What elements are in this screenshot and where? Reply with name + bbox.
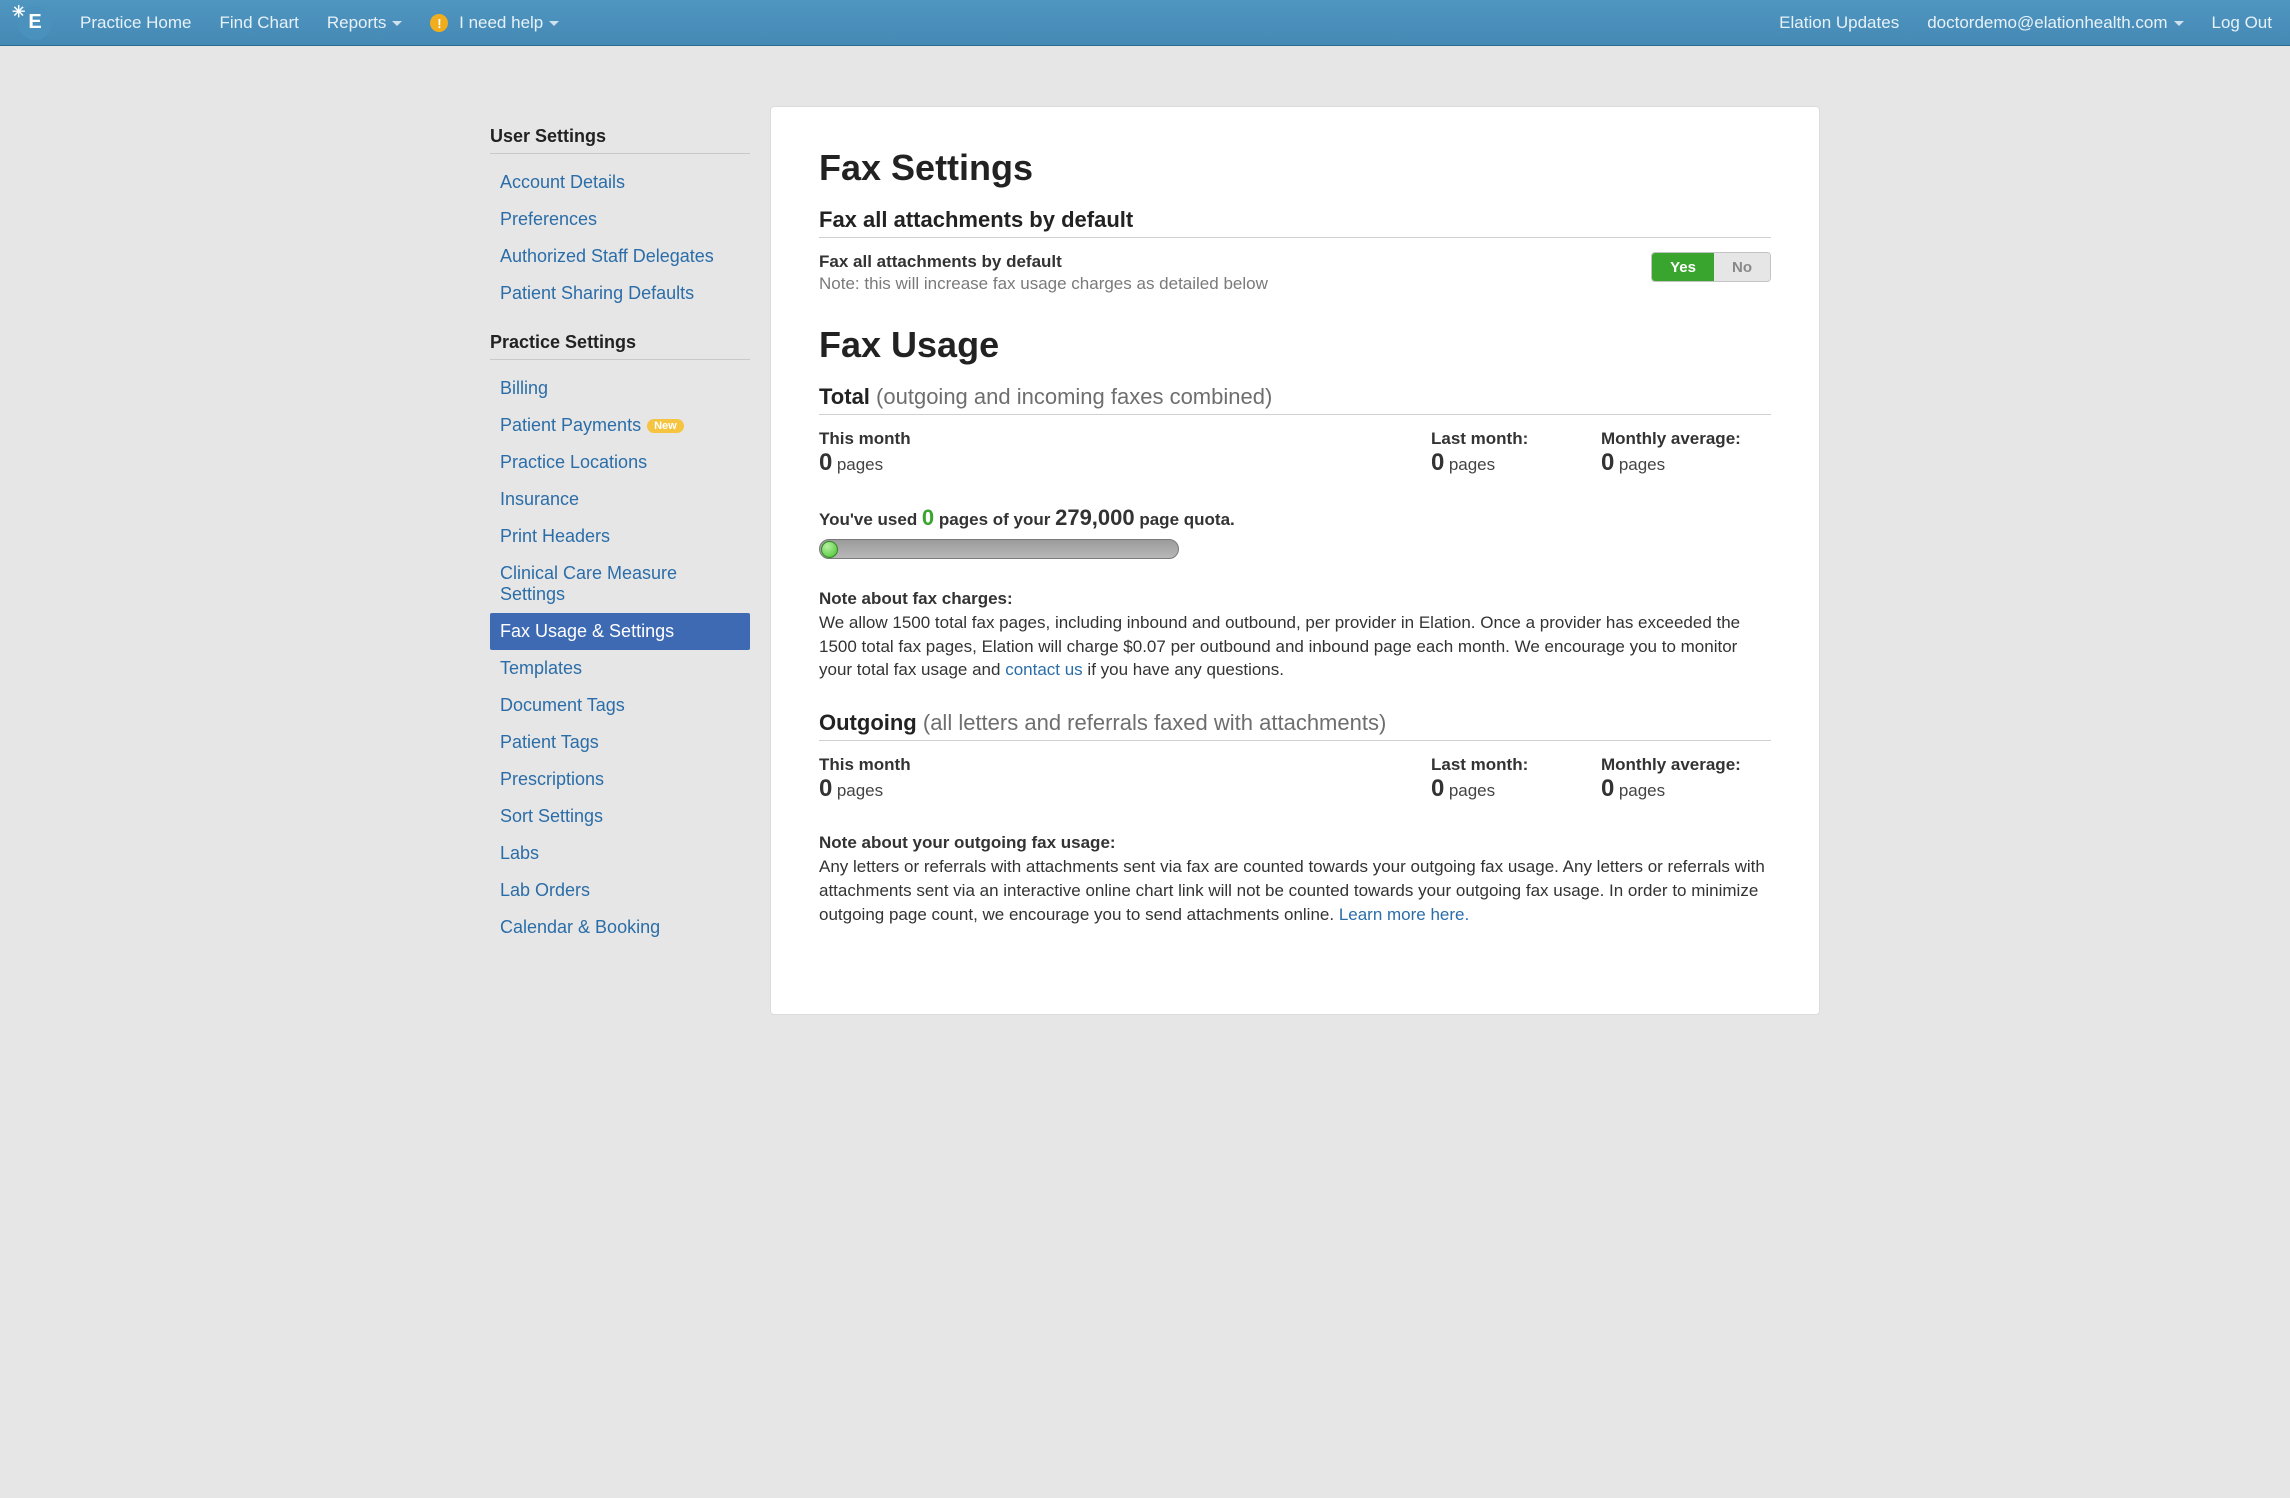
sidebar-item[interactable]: Calendar & Booking [490,909,750,946]
learn-more-link[interactable]: Learn more here. [1339,905,1469,924]
sidebar-item[interactable]: Print Headers [490,518,750,555]
sidebar-item[interactable]: Patient PaymentsNew [490,407,750,444]
chevron-down-icon [392,21,402,26]
sidebar-item[interactable]: Prescriptions [490,761,750,798]
sidebar-item[interactable]: Document Tags [490,687,750,724]
sidebar-item[interactable]: Preferences [490,201,750,238]
setting-label: Fax all attachments by default [819,252,1062,271]
new-badge: New [647,419,684,433]
topbar: E Practice Home Find Chart Reports ! I n… [0,0,2290,46]
nav-logout[interactable]: Log Out [2212,13,2273,33]
stat-out-avg: Monthly average: 0 pages [1601,755,1771,803]
nav-help[interactable]: ! I need help [430,13,559,33]
note-fax-charges: Note about fax charges: We allow 1500 to… [819,587,1771,682]
nav-reports[interactable]: Reports [327,13,403,33]
main-card: Fax Settings Fax all attachments by defa… [770,106,1820,1015]
sidebar-item[interactable]: Clinical Care Measure Settings [490,555,750,613]
toggle-no-button[interactable]: No [1714,253,1770,281]
nav-user-email[interactable]: doctordemo@elationhealth.com [1927,13,2183,33]
sidebar-heading-practice: Practice Settings [490,332,750,360]
setting-fax-default: Fax all attachments by default Note: thi… [819,252,1771,294]
logo-icon[interactable]: E [18,6,52,40]
sidebar-item[interactable]: Templates [490,650,750,687]
sidebar-item[interactable]: Sort Settings [490,798,750,835]
settings-sidebar: User Settings Account DetailsPreferences… [470,106,770,946]
sidebar-item[interactable]: Lab Orders [490,872,750,909]
stat-out-this-month: This month 0 pages [819,755,1431,803]
page-title: Fax Settings [819,147,1771,189]
toggle-yes-button[interactable]: Yes [1652,253,1714,281]
stats-outgoing: This month 0 pages Last month: 0 pages M… [819,755,1771,803]
sidebar-item[interactable]: Practice Locations [490,444,750,481]
section-heading-total: Total (outgoing and incoming faxes combi… [819,384,1771,415]
section-heading-default: Fax all attachments by default [819,207,1771,238]
sidebar-heading-user: User Settings [490,126,750,154]
sidebar-item[interactable]: Account Details [490,164,750,201]
sidebar-item[interactable]: Authorized Staff Delegates [490,238,750,275]
sidebar-item[interactable]: Billing [490,370,750,407]
section-heading-outgoing: Outgoing (all letters and referrals faxe… [819,710,1771,741]
progress-knob-icon [821,541,838,558]
stat-total-this-month: This month 0 pages [819,429,1431,477]
quota-text: You've used 0 pages of your 279,000 page… [819,505,1771,531]
alert-icon: ! [430,14,448,32]
sidebar-item[interactable]: Fax Usage & Settings [490,613,750,650]
stat-total-last-month: Last month: 0 pages [1431,429,1601,477]
nav-updates[interactable]: Elation Updates [1779,13,1899,33]
stat-out-last-month: Last month: 0 pages [1431,755,1601,803]
stat-total-avg: Monthly average: 0 pages [1601,429,1771,477]
toggle-fax-default: Yes No [1651,252,1771,282]
sidebar-item[interactable]: Patient Tags [490,724,750,761]
usage-title: Fax Usage [819,324,1771,366]
sidebar-item[interactable]: Insurance [490,481,750,518]
setting-note: Note: this will increase fax usage charg… [819,274,1268,294]
chevron-down-icon [549,21,559,26]
stats-total: This month 0 pages Last month: 0 pages M… [819,429,1771,477]
nav-practice-home[interactable]: Practice Home [80,13,191,33]
nav-find-chart[interactable]: Find Chart [219,13,298,33]
contact-us-link[interactable]: contact us [1005,660,1083,679]
note-outgoing-usage: Note about your outgoing fax usage: Any … [819,831,1771,926]
quota-progress-bar [819,539,1179,559]
sidebar-item[interactable]: Labs [490,835,750,872]
sidebar-item[interactable]: Patient Sharing Defaults [490,275,750,312]
chevron-down-icon [2174,21,2184,26]
